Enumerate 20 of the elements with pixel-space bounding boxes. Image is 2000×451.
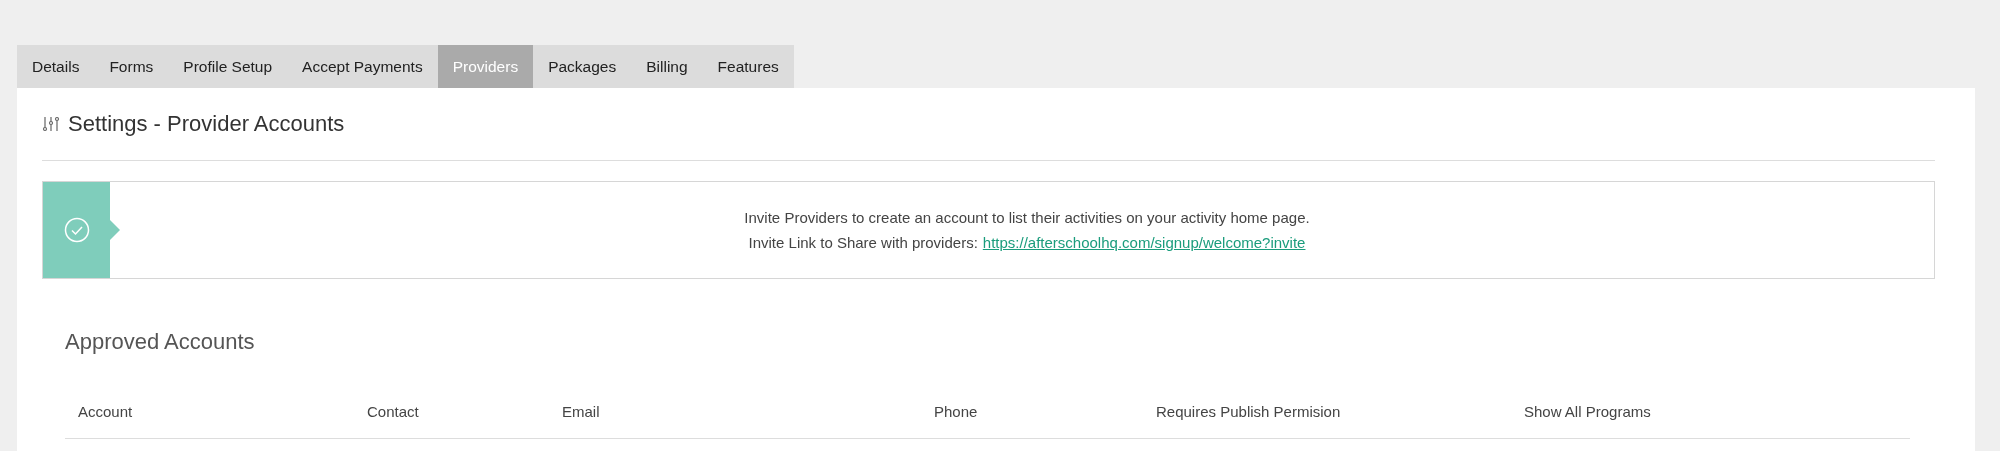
tab[interactable]: Forms bbox=[94, 45, 169, 88]
section-title: Approved Accounts bbox=[65, 329, 256, 355]
column-header: Requires Publish Permision bbox=[1155, 403, 1342, 420]
sliders-icon bbox=[42, 115, 60, 133]
tab[interactable]: Profile Setup bbox=[168, 45, 288, 88]
column-header: Phone bbox=[933, 403, 979, 420]
column-header: Account bbox=[77, 403, 134, 420]
column-header: Email bbox=[561, 403, 601, 420]
invite-link[interactable]: https://afterschoolhq.com/signup/welcome?invite bbox=[982, 234, 1306, 251]
page-title: Settings - Provider Accounts bbox=[68, 111, 345, 137]
tab[interactable]: Accept Payments bbox=[287, 45, 438, 88]
tab[interactable]: Details bbox=[17, 45, 95, 88]
banner-label: Invite Link to Share with providers: bbox=[748, 234, 978, 251]
tab[interactable]: Billing bbox=[631, 45, 703, 88]
column-header: Contact bbox=[366, 403, 420, 420]
tab[interactable]: Packages bbox=[533, 45, 632, 88]
tab[interactable]: Features bbox=[702, 45, 794, 88]
check-circle-icon bbox=[63, 217, 90, 243]
banner-message: Invite Providers to create an account to list their activities on your activity home page. bbox=[744, 209, 1310, 226]
column-header: Show All Programs bbox=[1523, 403, 1652, 420]
